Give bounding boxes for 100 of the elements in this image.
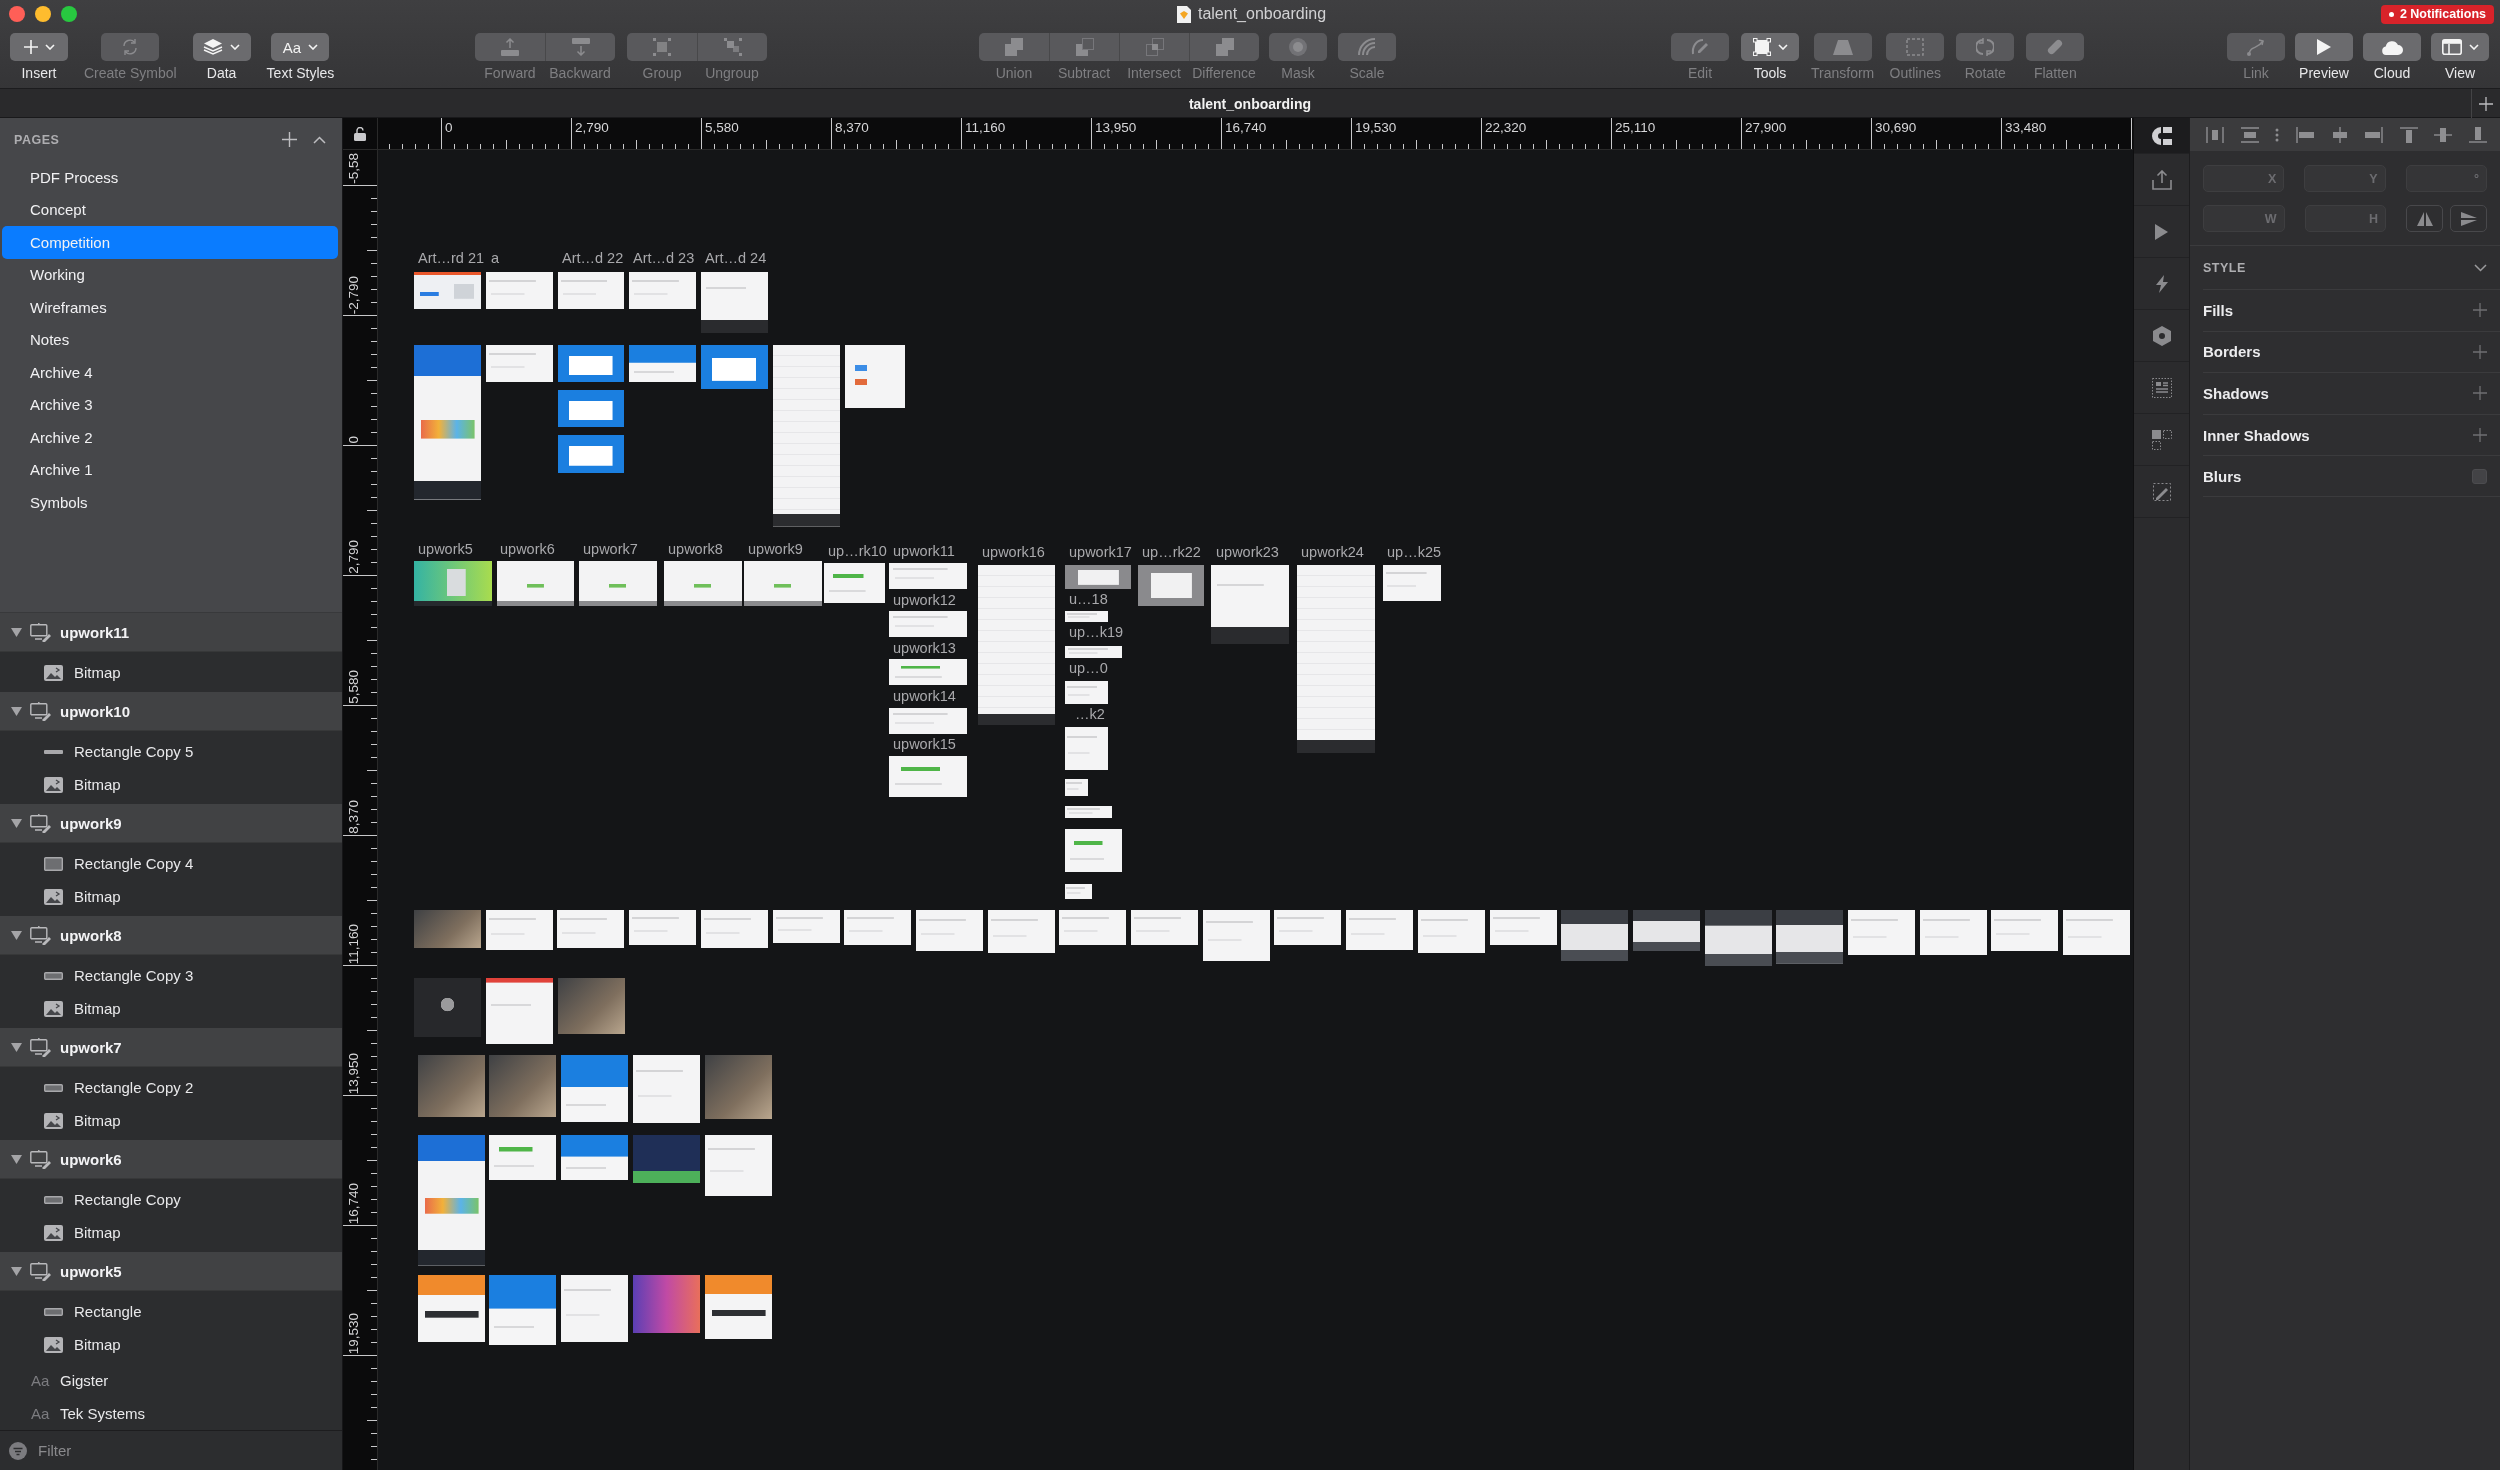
- artboard-label[interactable]: a: [491, 250, 500, 266]
- artboard-label[interactable]: u…18: [1069, 591, 1108, 607]
- page-item[interactable]: Archive 3: [2, 388, 338, 421]
- page-item[interactable]: Wireframes: [2, 291, 338, 324]
- webpage-thumbnail[interactable]: [497, 561, 574, 606]
- webpage-thumbnail[interactable]: [1633, 910, 1700, 951]
- webpage-thumbnail[interactable]: [773, 345, 840, 527]
- webpage-thumbnail[interactable]: [1065, 884, 1092, 899]
- artboard-label[interactable]: up…rk10: [828, 543, 887, 559]
- webpage-thumbnail[interactable]: [2063, 910, 2130, 955]
- artboard-label[interactable]: up…rk22: [1142, 544, 1201, 560]
- webpage-thumbnail[interactable]: [418, 1055, 485, 1117]
- webpage-thumbnail[interactable]: [1065, 779, 1088, 796]
- webpage-thumbnail[interactable]: [889, 708, 967, 734]
- webpage-thumbnail[interactable]: [1131, 910, 1198, 945]
- webpage-thumbnail[interactable]: [1065, 806, 1112, 818]
- webpage-thumbnail[interactable]: [916, 910, 983, 951]
- disclosure-triangle-icon[interactable]: [11, 1265, 22, 1277]
- artboard-label[interactable]: upwork12: [893, 592, 956, 608]
- artboard-label[interactable]: Art…d 23: [633, 250, 695, 266]
- artboard-label[interactable]: upwork5: [418, 541, 473, 557]
- webpage-thumbnail[interactable]: [1065, 727, 1108, 770]
- artboard-layer-row[interactable]: upwork6: [0, 1140, 342, 1179]
- cloud-button[interactable]: [2363, 33, 2421, 61]
- align-top-icon[interactable]: [2399, 126, 2418, 143]
- artboard-label[interactable]: upwork15: [893, 736, 956, 752]
- webpage-thumbnail[interactable]: [414, 910, 481, 948]
- webpage-thumbnail[interactable]: [1274, 910, 1341, 945]
- webpage-thumbnail[interactable]: [418, 1275, 485, 1342]
- webpage-thumbnail[interactable]: [664, 561, 742, 606]
- webpage-thumbnail[interactable]: [414, 561, 492, 606]
- plus-icon[interactable]: [2473, 344, 2487, 359]
- webpage-thumbnail[interactable]: [773, 910, 840, 943]
- distribute-horizontal-icon[interactable]: [2206, 126, 2224, 143]
- minimize-button[interactable]: [35, 6, 51, 22]
- artboard-label[interactable]: upwork16: [982, 544, 1045, 560]
- artboard-label[interactable]: up…k25: [1387, 544, 1441, 560]
- flip-horizontal-button[interactable]: [2406, 205, 2443, 232]
- artboard-label[interactable]: upwork14: [893, 688, 956, 704]
- page-item[interactable]: Symbols: [2, 486, 338, 519]
- webpage-thumbnail[interactable]: [889, 756, 967, 797]
- data-button[interactable]: [192, 33, 251, 61]
- text-styles-button[interactable]: Aa: [271, 33, 330, 61]
- webpage-thumbnail[interactable]: [1059, 910, 1126, 945]
- webpage-thumbnail[interactable]: [701, 910, 768, 948]
- checkbox[interactable]: [2472, 468, 2487, 484]
- artboard-label[interactable]: upwork9: [748, 541, 803, 557]
- artboard-layer-row[interactable]: upwork5: [0, 1252, 342, 1291]
- webpage-thumbnail[interactable]: [489, 1055, 556, 1117]
- notifications-badge[interactable]: 2 Notifications: [2380, 4, 2494, 24]
- webpage-thumbnail[interactable]: [486, 272, 553, 309]
- webpage-thumbnail[interactable]: [1065, 829, 1122, 872]
- artboard-label[interactable]: upwork24: [1301, 544, 1364, 560]
- webpage-thumbnail[interactable]: [1920, 910, 1987, 955]
- webpage-thumbnail[interactable]: [633, 1135, 700, 1183]
- webpage-thumbnail[interactable]: [1383, 565, 1441, 601]
- webpage-thumbnail[interactable]: [489, 1135, 556, 1180]
- webpage-thumbnail[interactable]: [414, 345, 481, 500]
- webpage-thumbnail[interactable]: [558, 345, 624, 382]
- webpage-thumbnail[interactable]: [1211, 565, 1289, 644]
- tools-button[interactable]: [1741, 33, 1799, 61]
- webpage-thumbnail[interactable]: [486, 345, 553, 382]
- align-middle-icon[interactable]: [2434, 126, 2453, 143]
- webpage-thumbnail[interactable]: [1705, 910, 1772, 966]
- align-right-icon[interactable]: [2365, 126, 2384, 143]
- distribute-vertical-icon[interactable]: [2240, 126, 2259, 143]
- artboard-layer-row[interactable]: upwork9: [0, 804, 342, 843]
- close-button[interactable]: [9, 6, 25, 22]
- artboard-layer-row[interactable]: upwork10: [0, 692, 342, 731]
- view-button[interactable]: [2431, 33, 2489, 61]
- artboard-label[interactable]: up…0: [1069, 660, 1108, 676]
- webpage-thumbnail[interactable]: [1065, 611, 1108, 622]
- maximize-button[interactable]: [61, 6, 77, 22]
- webpage-thumbnail[interactable]: [1203, 910, 1270, 961]
- preview-button[interactable]: [2295, 33, 2353, 61]
- disclosure-triangle-icon[interactable]: [11, 1041, 22, 1053]
- webpage-thumbnail[interactable]: [414, 978, 481, 1037]
- artboard-label[interactable]: upwork8: [668, 541, 723, 557]
- webpage-thumbnail[interactable]: [889, 563, 967, 589]
- webpage-thumbnail[interactable]: [558, 435, 624, 473]
- webpage-thumbnail[interactable]: [889, 611, 967, 637]
- align-left-icon[interactable]: [2295, 126, 2314, 143]
- webpage-thumbnail[interactable]: [486, 978, 553, 1044]
- page-item[interactable]: Archive 4: [2, 356, 338, 389]
- webpage-thumbnail[interactable]: [1297, 565, 1375, 753]
- webpage-thumbnail[interactable]: [1561, 910, 1628, 961]
- more-icon[interactable]: [2275, 126, 2280, 143]
- flip-vertical-button[interactable]: [2450, 205, 2487, 232]
- page-item[interactable]: Archive 2: [2, 421, 338, 454]
- webpage-thumbnail[interactable]: [1776, 910, 1843, 964]
- webpage-thumbnail[interactable]: [558, 390, 624, 427]
- disclosure-triangle-icon[interactable]: [11, 626, 22, 638]
- align-bottom-icon[interactable]: [2469, 126, 2487, 143]
- artboard-label[interactable]: upwork7: [583, 541, 638, 557]
- artboard-label[interactable]: upwork17: [1069, 544, 1132, 560]
- artboard-label[interactable]: upwork11: [893, 543, 955, 559]
- webpage-thumbnail[interactable]: [561, 1135, 628, 1180]
- artboard-label[interactable]: up…k19: [1069, 624, 1123, 640]
- artboard-label[interactable]: Art…d 22: [562, 250, 624, 266]
- filter-icon[interactable]: [9, 1441, 27, 1460]
